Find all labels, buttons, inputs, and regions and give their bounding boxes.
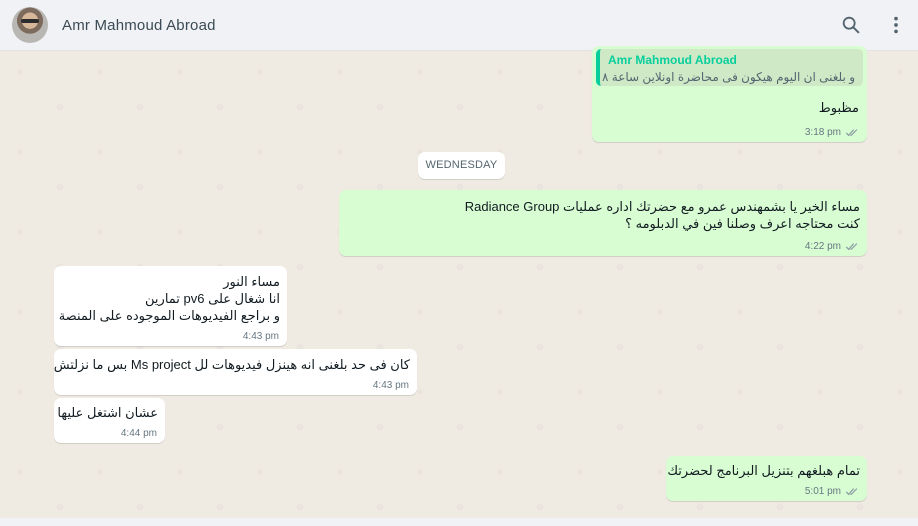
message-line: تمام هبلغهم بتنزيل البرنامج لحضرتك	[667, 463, 860, 478]
message-time: 4:22 pm	[804, 241, 841, 252]
contact-avatar[interactable]	[12, 7, 48, 43]
message-line: كان فى حد بلغنى انه هينزل فيديوهات لل Ms…	[53, 357, 410, 372]
message-meta: 5:01 pm	[805, 486, 859, 497]
double-check-icon	[845, 488, 858, 496]
quoted-author: Amr Mahmoud Abroad	[608, 53, 737, 67]
search-icon[interactable]	[840, 14, 862, 36]
message-line: و براجع الفيديوهات الموجوده على المنصة	[58, 308, 280, 323]
message-line: مساء الخير يا بشمهندس عمرو مع حضرتك ادار…	[464, 199, 860, 214]
double-check-icon	[845, 243, 858, 251]
contact-name[interactable]: Amr Mahmoud Abroad	[62, 17, 216, 34]
message-time: 4:43 pm	[242, 331, 279, 342]
message-bubble-incoming[interactable]: كان فى حد بلغنى انه هينزل فيديوهات لل Ms…	[54, 349, 417, 395]
message-bubble-incoming[interactable]: مساء النور انا شغال على pv6 تمارين و برا…	[54, 266, 287, 346]
double-check-icon	[845, 129, 858, 137]
message-bubble-outgoing[interactable]: Amr Mahmoud Abroad و بلغنى ان اليوم هيكو…	[592, 46, 867, 142]
message-bubble-incoming[interactable]: عشان اشتغل عليها 4:44 pm	[54, 398, 165, 443]
chat-header: Amr Mahmoud Abroad	[0, 0, 918, 51]
message-time: 4:43 pm	[372, 380, 409, 391]
message-meta: 4:44 pm	[121, 428, 157, 439]
message-time: 4:44 pm	[120, 428, 157, 439]
message-line: مظبوط	[818, 100, 859, 115]
avatar-image	[21, 19, 39, 23]
message-line: كنت محتاجه اعرف وصلنا فين في الدبلومه ؟	[625, 216, 860, 231]
message-text: مساء النور انا شغال على pv6 تمارين و برا…	[59, 273, 280, 324]
quoted-text: و بلغنى ان اليوم هيكون فى محاضرة اونلاين…	[601, 70, 855, 84]
message-line: عشان اشتغل عليها	[57, 405, 158, 420]
compose-bar-edge	[0, 518, 918, 526]
message-text: كان فى حد بلغنى انه هينزل فيديوهات لل Ms…	[54, 356, 410, 373]
message-text: مساء الخير يا بشمهندس عمرو مع حضرتك ادار…	[465, 198, 860, 232]
date-separator: WEDNESDAY	[418, 152, 505, 179]
message-bubble-outgoing[interactable]: تمام هبلغهم بتنزيل البرنامج لحضرتك 5:01 …	[666, 456, 867, 501]
message-line: مساء النور	[223, 274, 280, 289]
message-meta: 3:18 pm	[805, 127, 859, 138]
message-meta: 4:22 pm	[805, 241, 859, 252]
message-text: مظبوط	[819, 99, 859, 116]
more-vertical-icon[interactable]	[885, 14, 907, 36]
quoted-message[interactable]: Amr Mahmoud Abroad و بلغنى ان اليوم هيكو…	[596, 49, 863, 86]
message-time: 5:01 pm	[804, 486, 841, 497]
message-meta: 4:43 pm	[243, 331, 279, 342]
message-text: عشان اشتغل عليها	[57, 404, 158, 421]
message-bubble-outgoing[interactable]: مساء الخير يا بشمهندس عمرو مع حضرتك ادار…	[339, 190, 867, 256]
message-text: تمام هبلغهم بتنزيل البرنامج لحضرتك	[667, 462, 860, 479]
message-meta: 4:43 pm	[373, 380, 409, 391]
message-time: 3:18 pm	[804, 127, 841, 138]
message-line: انا شغال على pv6 تمارين	[145, 291, 280, 306]
